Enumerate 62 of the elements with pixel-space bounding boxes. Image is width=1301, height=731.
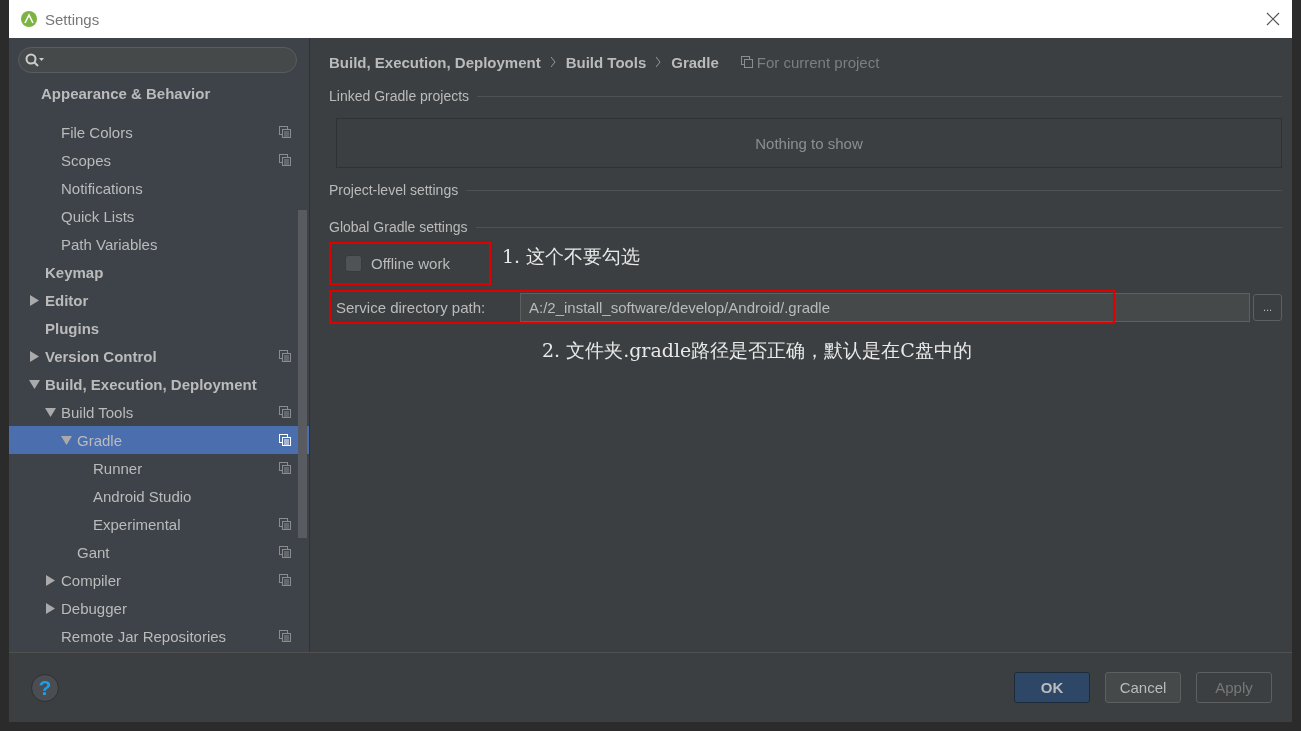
annotation-text: 1. 这个不要勾选 (502, 244, 641, 269)
copy-icon (279, 518, 291, 530)
tree-item[interactable]: Keymap (9, 258, 309, 286)
tree-header: Appearance & Behavior (40, 83, 212, 104)
section-title: Linked Gradle projects (329, 88, 470, 104)
search-icon (25, 53, 45, 67)
copy-icon (279, 154, 291, 166)
empty-text: Nothing to show (755, 134, 863, 152)
dialog-button[interactable]: OK (1014, 672, 1090, 703)
field-label: Service directory path: (335, 298, 487, 316)
tree-item[interactable]: Path Variables (9, 230, 309, 258)
breadcrumb-item: Gradle (671, 53, 719, 71)
section-title: Global Gradle settings (329, 219, 468, 235)
checkbox[interactable] (345, 255, 362, 272)
dialog-button[interactable]: Cancel (1105, 672, 1181, 703)
tree-item[interactable]: Debugger (9, 594, 309, 622)
copy-icon (279, 126, 291, 138)
collapsed-arrow-icon[interactable] (45, 574, 56, 586)
breadcrumb-item: Build, Execution, Deployment (329, 53, 541, 71)
copy-icon (740, 56, 753, 68)
collapsed-arrow-icon[interactable] (45, 602, 56, 614)
tree-item[interactable]: Quick Lists (9, 202, 309, 230)
collapsed-arrow-icon[interactable] (29, 350, 40, 362)
tree-item[interactable]: Scopes (9, 146, 309, 174)
scope-label: For current project (756, 53, 880, 71)
tree-item[interactable]: Build Tools (9, 398, 309, 426)
tree-item[interactable]: Plugins (9, 314, 309, 342)
help-button[interactable]: ? (31, 673, 59, 702)
copy-icon (279, 350, 291, 362)
copy-icon (279, 462, 291, 474)
tree-item[interactable]: Build, Execution, Deployment (9, 370, 309, 398)
copy-icon (279, 546, 291, 558)
chevron-icon (656, 57, 662, 67)
window-title: Settings (45, 10, 101, 28)
tree-item[interactable]: Editor (9, 286, 309, 314)
app-logo-icon (21, 11, 37, 27)
copy-icon (279, 630, 291, 642)
tree-item[interactable]: Runner (9, 454, 309, 482)
browse-button[interactable]: ... (1253, 293, 1282, 321)
chevron-icon (550, 57, 556, 67)
copy-icon (279, 574, 291, 586)
tree-item[interactable]: Remote Jar Repositories (9, 622, 309, 650)
copy-icon (279, 406, 291, 418)
tree-item[interactable]: Android Studio (9, 482, 309, 510)
close-icon[interactable] (1266, 12, 1280, 26)
checkbox-label[interactable]: Offline work (371, 255, 450, 272)
tree-item[interactable]: Experimental (9, 510, 309, 538)
expanded-arrow-icon[interactable] (45, 406, 56, 418)
copy-icon (279, 434, 291, 446)
breadcrumb-item: Build Tools (565, 53, 647, 71)
section-title: Project-level settings (329, 182, 459, 198)
expanded-arrow-icon[interactable] (29, 378, 40, 390)
scrollbar[interactable] (298, 210, 307, 538)
tree-item[interactable]: File Colors (9, 118, 309, 146)
tree-item[interactable]: Version Control (9, 342, 309, 370)
annotation-text: 2. 文件夹.gradle路径是否正确，默认是在C盘中的 (542, 338, 973, 363)
tree-item[interactable]: Gant (9, 538, 309, 566)
search-field[interactable] (18, 47, 297, 73)
tree-item[interactable]: Compiler (9, 566, 309, 594)
path-field[interactable]: A:/2_install_software/develop/Android/.gradle (520, 292, 1250, 322)
collapsed-arrow-icon[interactable] (29, 294, 40, 306)
tree-item[interactable]: Notifications (9, 174, 309, 202)
